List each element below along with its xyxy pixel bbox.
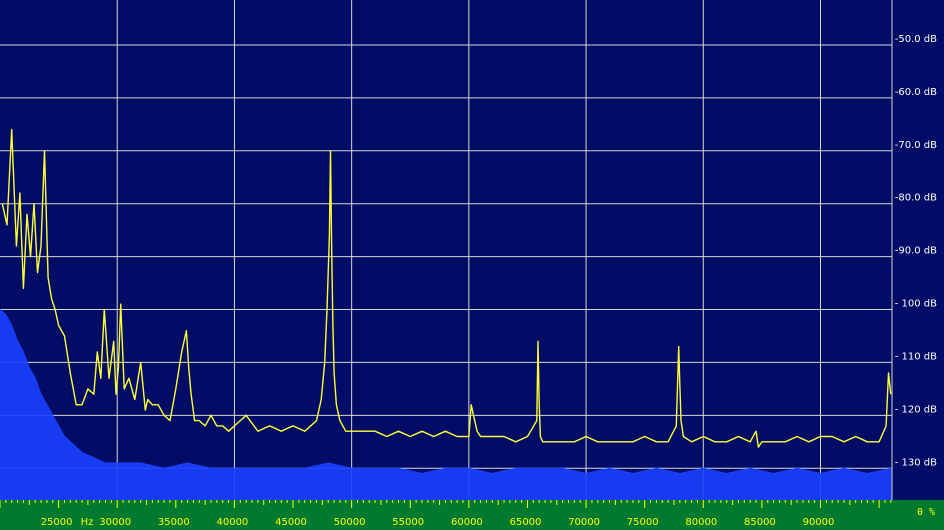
x-tick-label: 85000 [744, 517, 776, 528]
spectrum-chart: -50.0 dB -60.0 dB -70.0 dB -80.0 dB -90.0 dB… [0, 0, 944, 530]
y-tick-label: - 130 dB [895, 457, 937, 468]
y-tick-label: -60.0 dB [895, 87, 937, 98]
x-tick-label: 50000 [334, 517, 366, 528]
x-tick-label: 80000 [685, 517, 717, 528]
x-tick-label: 90000 [803, 517, 835, 528]
y-tick-label: - 120 dB [895, 404, 937, 415]
x-unit-label: Hz [81, 517, 94, 528]
x-tick-label: 60000 [451, 517, 483, 528]
y-tick-label: -80.0 dB [895, 193, 937, 204]
x-tick-label: 75000 [627, 517, 659, 528]
x-tick-label: 25000 [41, 517, 73, 528]
y-tick-label: - 100 dB [895, 299, 937, 310]
y-tick-label: -70.0 dB [895, 140, 937, 151]
x-tick-label: 35000 [158, 517, 190, 528]
x-tick-label: 70000 [568, 517, 600, 528]
x-tick-label: 65000 [510, 517, 542, 528]
y-tick-label: - 110 dB [895, 351, 937, 362]
plot-background [0, 0, 944, 500]
spectrum-analyzer-window: -50.0 dB -60.0 dB -70.0 dB -80.0 dB -90.0 dB… [0, 0, 944, 530]
x-tick-label: 45000 [275, 517, 307, 528]
x-tick-label: 55000 [392, 517, 424, 528]
y-tick-label: -90.0 dB [895, 246, 937, 257]
x-tick-label: 30000 [99, 517, 131, 528]
y-tick-label: -50.0 dB [895, 34, 937, 45]
level-percent-readout: 0 % [917, 507, 935, 518]
x-tick-label: 40000 [216, 517, 248, 528]
